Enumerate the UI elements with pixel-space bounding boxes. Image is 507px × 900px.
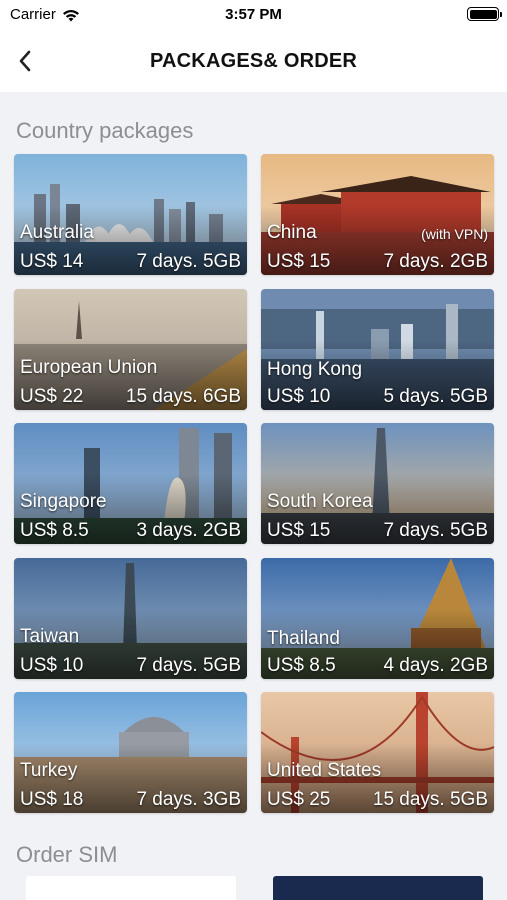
package-detail: 7 days. 5GB [136, 655, 241, 676]
package-card-south-korea[interactable]: South Korea US$ 15 7 days. 5GB [261, 423, 494, 544]
package-detail: 7 days. 2GB [383, 251, 488, 272]
package-country: Singapore [20, 491, 107, 512]
package-detail: 5 days. 5GB [383, 386, 488, 407]
package-price: US$ 18 [20, 789, 84, 810]
package-country: China [267, 222, 317, 243]
order-sim-card-dark[interactable] [273, 876, 483, 900]
package-card-china[interactable]: China (with VPN) US$ 15 7 days. 2GB [261, 154, 494, 275]
package-price: US$ 10 [267, 386, 331, 407]
package-detail: 7 days. 5GB [383, 520, 488, 541]
page-title: PACKAGES& ORDER [149, 50, 358, 72]
section-title-country-packages: Country packages [16, 118, 194, 143]
package-country: Thailand [267, 628, 340, 649]
package-price: US$ 25 [267, 789, 331, 810]
package-card-hong-kong[interactable]: Hong Kong US$ 10 5 days. 5GB [261, 289, 494, 410]
package-card-thailand[interactable]: Thailand US$ 8.5 4 days. 2GB [261, 558, 494, 679]
package-price: US$ 8.5 [20, 520, 89, 541]
package-detail: 15 days. 6GB [125, 386, 241, 407]
order-sim-card-light[interactable] [26, 876, 236, 900]
package-detail: 15 days. 5GB [372, 789, 488, 810]
package-card-european-union[interactable]: European Union US$ 22 15 days. 6GB [14, 289, 247, 410]
package-detail: 7 days. 3GB [136, 789, 241, 810]
package-country: Taiwan [20, 626, 80, 647]
package-country: Australia [20, 222, 94, 243]
package-price: US$ 10 [20, 655, 84, 676]
package-country: Hong Kong [267, 359, 363, 380]
package-card-united-states[interactable]: United States US$ 25 15 days. 5GB [261, 692, 494, 813]
package-note: (with VPN) [421, 226, 488, 242]
package-card-taiwan[interactable]: Taiwan US$ 10 7 days. 5GB [14, 558, 247, 679]
package-price: US$ 15 [267, 251, 331, 272]
section-title-order-sim: Order SIM [16, 842, 118, 867]
package-price: US$ 15 [267, 520, 331, 541]
package-detail: 4 days. 2GB [383, 655, 488, 676]
package-price: US$ 14 [20, 251, 84, 272]
status-bar: Carrier 3:57 PM [0, 0, 507, 30]
battery-icon [467, 7, 502, 21]
package-country: United States [267, 760, 382, 781]
package-card-singapore[interactable]: Singapore US$ 8.5 3 days. 2GB [14, 423, 247, 544]
package-country: Turkey [20, 760, 78, 781]
package-price: US$ 8.5 [267, 655, 336, 676]
package-country: South Korea [267, 491, 373, 512]
navigation-bar: PACKAGES& ORDER [0, 30, 507, 92]
package-country: European Union [20, 357, 158, 378]
status-time: 3:57 PM [225, 6, 282, 23]
package-detail: 7 days. 5GB [136, 251, 241, 272]
package-card-australia[interactable]: Australia US$ 14 7 days. 5GB [14, 154, 247, 275]
package-price: US$ 22 [20, 386, 84, 407]
package-detail: 3 days. 2GB [136, 520, 241, 541]
package-card-turkey[interactable]: Turkey US$ 18 7 days. 3GB [14, 692, 247, 813]
